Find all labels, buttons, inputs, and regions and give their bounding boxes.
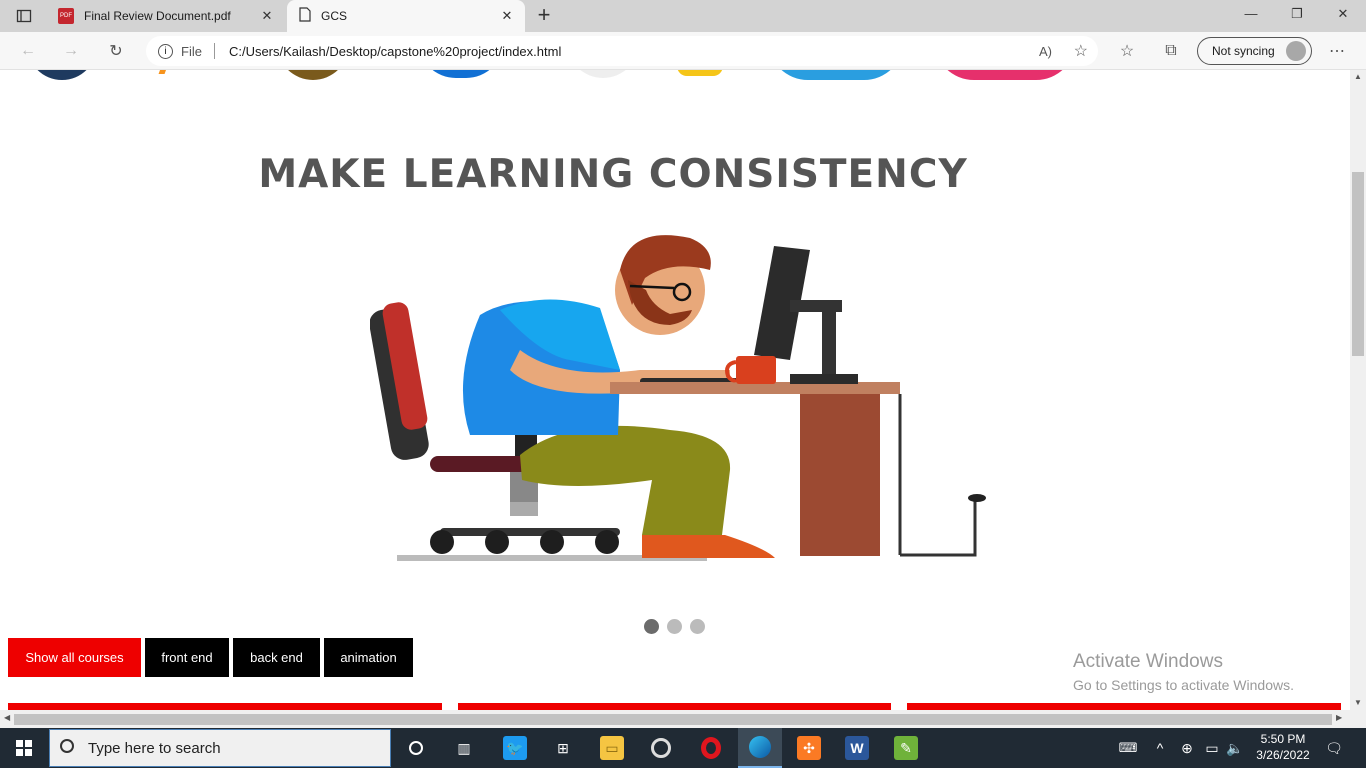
xampp-icon[interactable]: ✣ bbox=[797, 736, 821, 760]
new-tab-button[interactable]: + bbox=[530, 2, 558, 27]
scroll-left-icon[interactable]: ◀ bbox=[4, 713, 10, 722]
tab-strip: PDF Final Review Document.pdf ✕ GCS ✕ + … bbox=[0, 0, 1366, 32]
sync-label: Not syncing bbox=[1212, 44, 1275, 58]
cortana-icon[interactable] bbox=[404, 736, 428, 760]
media-app-icon[interactable] bbox=[649, 736, 673, 760]
forward-icon[interactable]: → bbox=[60, 40, 82, 62]
divider bbox=[213, 43, 215, 59]
scroll-up-icon[interactable]: ▲ bbox=[1354, 72, 1362, 81]
search-placeholder: Type here to search bbox=[88, 739, 221, 757]
info-icon[interactable]: i bbox=[158, 43, 173, 59]
course-logo bbox=[27, 70, 97, 80]
clock-time: 5:50 PM bbox=[1260, 732, 1306, 746]
edge-icon[interactable] bbox=[738, 728, 782, 768]
close-icon[interactable]: ✕ bbox=[499, 8, 515, 24]
refresh-icon[interactable]: ↻ bbox=[105, 40, 127, 62]
notepad-icon[interactable]: ✎ bbox=[894, 736, 918, 760]
carousel-dot[interactable] bbox=[667, 619, 682, 634]
tab-title: Final Review Document.pdf bbox=[84, 9, 231, 23]
course-logo bbox=[677, 70, 723, 76]
search-icon bbox=[60, 739, 74, 753]
page-viewport: MAKE LEARNING CONSISTENCY Show all cours… bbox=[0, 70, 1350, 710]
more-icon[interactable]: ⋯ bbox=[1326, 40, 1348, 62]
course-card-top bbox=[907, 703, 1341, 710]
vertical-scrollbar[interactable]: ▲ ▼ bbox=[1350, 70, 1366, 710]
course-card-top bbox=[8, 703, 442, 710]
collections-icon[interactable]: ⧉ bbox=[1160, 40, 1182, 62]
read-aloud-icon[interactable]: A) bbox=[1039, 44, 1052, 59]
developer-at-desk-illustration bbox=[370, 235, 986, 561]
minimize-button[interactable]: — bbox=[1237, 6, 1265, 26]
windows-start-icon[interactable] bbox=[12, 736, 36, 760]
clock-date: 3/26/2022 bbox=[1256, 748, 1310, 762]
tab-actions-icon[interactable] bbox=[13, 5, 35, 27]
twitter-app-icon[interactable]: 🐦 bbox=[503, 736, 527, 760]
network-icon[interactable]: ⊕ bbox=[1178, 736, 1196, 760]
scroll-down-icon[interactable]: ▼ bbox=[1354, 698, 1362, 707]
course-logo bbox=[768, 70, 904, 80]
activate-windows-subtitle: Go to Settings to activate Windows. bbox=[1073, 677, 1294, 693]
course-logo bbox=[567, 70, 639, 78]
tab-gcs[interactable]: GCS ✕ bbox=[287, 0, 525, 32]
course-logo bbox=[277, 70, 349, 80]
close-window-button[interactable]: ✕ bbox=[1329, 6, 1357, 26]
windows-taskbar: Type here to search ▥ 🐦 ⊞ ▭ ✣ W ✎ ⌨ ^ ⊕ … bbox=[0, 728, 1366, 768]
activate-windows-title: Activate Windows bbox=[1073, 651, 1223, 672]
notifications-icon[interactable]: 🗨 bbox=[1322, 736, 1346, 760]
scroll-right-icon[interactable]: ▶ bbox=[1336, 713, 1342, 722]
taskbar-search-input[interactable]: Type here to search bbox=[49, 729, 391, 767]
scheme-label: File bbox=[181, 43, 202, 59]
course-card-top bbox=[458, 703, 891, 710]
show-hidden-icons-icon[interactable]: ^ bbox=[1152, 736, 1168, 760]
keyboard-icon[interactable]: ⌨ bbox=[1116, 736, 1140, 760]
battery-icon[interactable]: ▭ bbox=[1203, 736, 1221, 760]
task-view-icon[interactable]: ▥ bbox=[452, 736, 476, 760]
filter-show-all-button[interactable]: Show all courses bbox=[8, 638, 141, 677]
profile-sync-button[interactable]: Not syncing bbox=[1197, 37, 1312, 65]
tab-pdf[interactable]: PDF Final Review Document.pdf ✕ bbox=[48, 0, 285, 32]
url-text[interactable]: C:/Users/Kailash/Desktop/capstone%20proj… bbox=[229, 44, 561, 59]
close-icon[interactable]: ✕ bbox=[259, 8, 275, 24]
tab-title: GCS bbox=[321, 9, 348, 23]
course-logo bbox=[418, 70, 504, 78]
avatar bbox=[1286, 41, 1306, 61]
pdf-icon: PDF bbox=[58, 8, 74, 24]
word-icon[interactable]: W bbox=[845, 736, 869, 760]
browser-toolbar: ← → ↻ i File C:/Users/Kailash/Desktop/ca… bbox=[0, 32, 1366, 70]
favorites-icon[interactable]: ☆ bbox=[1116, 40, 1138, 62]
course-logo bbox=[934, 70, 1076, 80]
back-icon[interactable]: ← bbox=[17, 40, 39, 62]
carousel-dot[interactable] bbox=[690, 619, 705, 634]
restore-button[interactable]: ❐ bbox=[1283, 6, 1311, 26]
add-favorite-icon[interactable]: ☆ bbox=[1074, 41, 1088, 61]
hero-title: MAKE LEARNING CONSISTENCY bbox=[258, 152, 968, 197]
filter-animation-button[interactable]: animation bbox=[324, 638, 413, 677]
volume-icon[interactable]: 🔈 bbox=[1226, 736, 1244, 760]
carousel-dot[interactable] bbox=[644, 619, 659, 634]
taskbar-clock[interactable]: 5:50 PM 3/26/2022 bbox=[1252, 731, 1314, 763]
horizontal-scroll-thumb[interactable] bbox=[14, 714, 1332, 725]
course-logo bbox=[158, 70, 168, 74]
file-explorer-icon[interactable]: ▭ bbox=[600, 736, 624, 760]
address-bar[interactable]: i File C:/Users/Kailash/Desktop/capstone… bbox=[146, 36, 1098, 66]
vertical-scroll-thumb[interactable] bbox=[1352, 172, 1364, 356]
filter-back-end-button[interactable]: back end bbox=[233, 638, 320, 677]
filter-front-end-button[interactable]: front end bbox=[145, 638, 229, 677]
opera-icon[interactable] bbox=[699, 736, 723, 760]
page-icon bbox=[299, 7, 311, 25]
store-icon[interactable]: ⊞ bbox=[551, 736, 575, 760]
